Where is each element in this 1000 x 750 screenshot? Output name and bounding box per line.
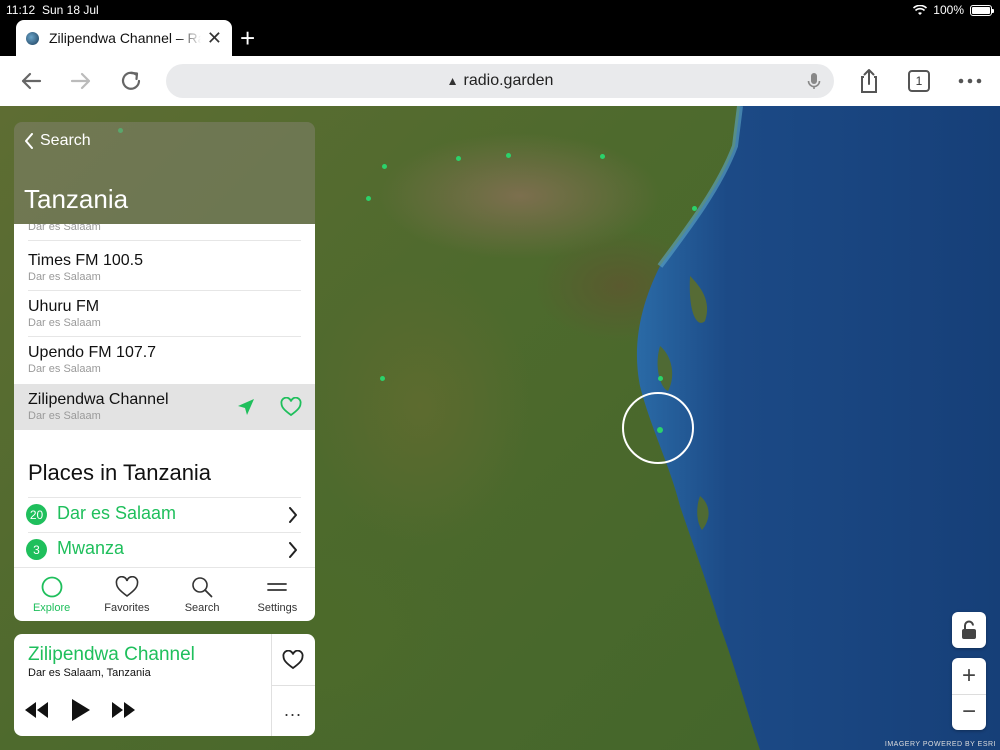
tab-strip: Zilipendwa Channel – Radio Garden ✕ + (0, 20, 1000, 56)
nav-search-label: Search (184, 602, 220, 614)
settings-lines-icon (267, 583, 288, 591)
selected-station-ring[interactable] (622, 392, 694, 464)
unlock-icon (962, 620, 976, 639)
station-dot[interactable] (506, 153, 511, 158)
player-station-location: Dar es Salaam, Tanzania (28, 667, 151, 679)
nav-favorites-label: Favorites (104, 602, 150, 614)
heart-icon (115, 576, 139, 598)
station-name: Times FM 100.5 (28, 252, 143, 269)
station-dot[interactable] (380, 376, 385, 381)
station-city: Dar es Salaam (28, 410, 101, 422)
warning-icon: ▲ (446, 74, 459, 88)
player-favorite-heart-icon[interactable] (282, 650, 304, 670)
station-row[interactable]: Dar es Salaam (14, 224, 315, 241)
nav-explore-label: Explore (32, 602, 71, 614)
map-lock-button[interactable] (952, 612, 986, 648)
nav-settings[interactable]: Settings (240, 568, 315, 621)
back-to-search-button[interactable]: Search (24, 132, 91, 150)
bottom-nav: Explore Favorites Search Settings (14, 567, 315, 621)
station-list: Dar es Salaam Times FM 100.5 Dar es Sala… (14, 224, 315, 567)
explore-circle-icon (41, 576, 63, 598)
back-label: Search (40, 132, 91, 149)
favorite-heart-icon[interactable] (280, 397, 302, 417)
close-tab-icon[interactable]: ✕ (207, 28, 222, 49)
places-heading: Places in Tanzania (28, 460, 212, 485)
microphone-icon[interactable] (804, 71, 824, 91)
nav-favorites[interactable]: Favorites (89, 568, 164, 621)
browse-panel: Search Tanzania Dar es Salaam Times FM 1… (14, 122, 315, 621)
new-tab-icon[interactable]: + (240, 23, 255, 54)
player-more-button[interactable]: ... (284, 700, 302, 721)
country-title: Tanzania (24, 184, 129, 214)
play-icon[interactable] (54, 696, 106, 724)
station-dot[interactable] (658, 376, 663, 381)
station-row[interactable]: Upendo FM 107.7 Dar es Salaam (14, 337, 315, 383)
station-city: Dar es Salaam (28, 317, 101, 329)
selected-station-dot (657, 427, 663, 433)
more-menu-icon[interactable] (956, 66, 986, 96)
map-zoom-controls: + − (952, 658, 986, 730)
search-icon (192, 577, 213, 598)
map-attribution: IMAGERY POWERED BY ESRI (884, 741, 996, 748)
station-row[interactable]: Uhuru FM Dar es Salaam (14, 291, 315, 337)
station-name: Upendo FM 107.7 (28, 344, 157, 361)
status-right: 100% (913, 3, 994, 17)
tab-count-button[interactable]: 1 (908, 70, 930, 92)
battery-icon (970, 4, 994, 16)
url-text: radio.garden (463, 72, 554, 89)
station-dot[interactable] (382, 164, 387, 169)
browser-tab[interactable]: Zilipendwa Channel – Radio Garden ✕ (16, 20, 232, 56)
now-playing-bar: Zilipendwa Channel Dar es Salaam, Tanzan… (14, 634, 315, 736)
station-dot[interactable] (600, 154, 605, 159)
address-bar[interactable]: ▲ radio.garden (166, 64, 834, 98)
station-city: Dar es Salaam (28, 271, 101, 283)
chevron-right-icon (289, 507, 297, 523)
player-station-name[interactable]: Zilipendwa Channel (28, 644, 195, 666)
tab-title: Zilipendwa Channel – Radio Garden (49, 30, 201, 46)
place-row-dar-es-salaam[interactable]: 20 Dar es Salaam (14, 497, 315, 531)
station-name: Uhuru FM (28, 298, 100, 315)
share-icon[interactable] (854, 66, 884, 96)
chevron-right-icon (289, 542, 297, 558)
nav-settings-label: Settings (257, 602, 298, 614)
station-city: Dar es Salaam (28, 363, 101, 375)
browser-toolbar: ▲ radio.garden 1 (0, 56, 1000, 106)
station-dot[interactable] (456, 156, 461, 161)
forward-arrow-icon[interactable] (66, 66, 96, 96)
nav-explore[interactable]: Explore (14, 568, 89, 621)
place-name: Mwanza (57, 538, 125, 558)
place-name: Dar es Salaam (57, 503, 177, 523)
back-arrow-icon[interactable] (16, 66, 46, 96)
panel-header: Search Tanzania (14, 122, 315, 224)
fast-forward-icon[interactable] (108, 698, 138, 722)
player-controls (22, 696, 138, 724)
station-name: Zilipendwa Channel (28, 391, 169, 408)
status-bar: 11:12 Sun 18 Jul 100% (0, 0, 1000, 20)
status-date: Sun 18 Jul (42, 3, 99, 17)
wifi-icon (913, 4, 928, 15)
station-dot[interactable] (692, 206, 697, 211)
station-row[interactable]: Times FM 100.5 Dar es Salaam (14, 245, 315, 291)
place-station-count: 20 (26, 504, 47, 525)
station-row-selected[interactable]: Zilipendwa Channel Dar es Salaam (14, 384, 315, 430)
status-time: 11:12 (6, 3, 36, 17)
locate-arrow-icon[interactable] (236, 397, 256, 417)
place-row-mwanza[interactable]: 3 Mwanza (14, 532, 315, 566)
reload-icon[interactable] (116, 66, 146, 96)
chevron-left-icon (25, 133, 33, 149)
place-station-count: 3 (26, 539, 47, 560)
zoom-in-button[interactable]: + (952, 658, 986, 694)
favicon-globe-icon (26, 31, 39, 45)
rewind-icon[interactable] (22, 698, 52, 722)
station-city: Dar es Salaam (28, 224, 101, 233)
nav-search[interactable]: Search (165, 568, 240, 621)
zoom-out-button[interactable]: − (952, 694, 986, 730)
station-dot[interactable] (366, 196, 371, 201)
battery-percent: 100% (933, 3, 964, 17)
